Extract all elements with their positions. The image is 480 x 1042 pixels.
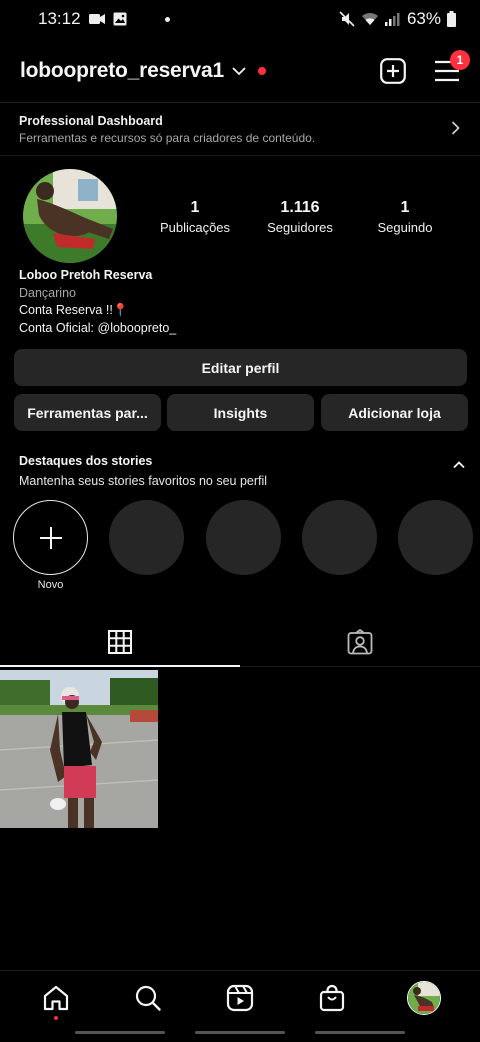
highlights-subtitle: Mantenha seus stories favoritos no seu p… — [19, 474, 268, 488]
signal-icon — [384, 12, 401, 26]
battery-icon — [447, 11, 456, 27]
stat-followers[interactable]: 1.116 Seguidores — [255, 199, 345, 235]
shopping-bag-icon — [318, 984, 346, 1012]
dashboard-title: Professional Dashboard — [19, 114, 163, 128]
status-bar: 13:12 63% — [0, 0, 480, 38]
mute-icon — [339, 11, 355, 27]
home-activity-dot — [54, 1015, 58, 1020]
profile-name: Loboo Pretoh Reserva — [19, 268, 153, 282]
nav-profile[interactable] — [394, 973, 454, 1023]
battery-percent: 63% — [406, 9, 441, 28]
tagged-person-icon — [347, 628, 373, 655]
nav-shop[interactable] — [302, 973, 362, 1023]
status-right: 63% — [339, 9, 456, 29]
profile-avatar[interactable] — [23, 169, 117, 263]
post-thumbnail[interactable] — [0, 670, 158, 828]
grid-icon — [108, 629, 132, 654]
notification-dot — [164, 16, 170, 22]
dashboard-subtitle: Ferramentas e recursos só para criadores… — [19, 131, 316, 145]
stat-posts-label: Publicações — [159, 220, 231, 235]
chevron-right-icon — [451, 121, 460, 140]
profile-avatar-small — [407, 980, 441, 1015]
gesture-handle — [75, 1031, 165, 1034]
tab-tagged[interactable] — [240, 617, 480, 666]
chevron-down-icon[interactable] — [232, 66, 246, 76]
professional-dashboard[interactable]: Professional Dashboard Ferramentas e rec… — [0, 102, 480, 156]
status-left: 13:12 — [38, 9, 170, 29]
gallery-icon — [113, 12, 127, 26]
status-time: 13:12 — [38, 9, 81, 28]
insights-button[interactable]: Insights — [167, 394, 314, 431]
highlight-placeholder — [302, 500, 377, 575]
nav-home[interactable] — [26, 973, 86, 1023]
new-highlight-button[interactable] — [13, 500, 88, 575]
nav-reels[interactable] — [210, 973, 270, 1023]
stat-following[interactable]: 1 Seguindo — [360, 199, 450, 235]
bio-line-2[interactable]: Conta Oficial: @loboopreto_ — [19, 320, 176, 338]
profile-tabs — [0, 617, 480, 667]
bio-line-1: Conta Reserva !!📍 — [19, 303, 129, 317]
highlight-placeholder — [109, 500, 184, 575]
stat-following-label: Seguindo — [377, 220, 433, 235]
professional-tools-button[interactable]: Ferramentas par... — [14, 394, 161, 431]
nav-search[interactable] — [118, 973, 178, 1023]
highlight-placeholder — [398, 500, 473, 575]
gesture-handle — [315, 1031, 405, 1034]
profile-bio: Loboo Pretoh Reserva Dançarino Conta Res… — [19, 267, 176, 337]
system-gesture-bar — [0, 1031, 480, 1037]
highlight-placeholder — [206, 500, 281, 575]
profile-stats: 1 Publicações 1.116 Seguidores 1 Seguind… — [150, 199, 450, 235]
wifi-icon — [361, 12, 379, 26]
header-actions: 1 — [380, 50, 470, 84]
account-switcher[interactable]: loboopreto_reserva1 — [20, 59, 266, 83]
stat-followers-value: 1.116 — [280, 199, 320, 216]
reels-icon — [226, 984, 254, 1012]
video-camera-icon — [88, 13, 105, 25]
menu-button[interactable]: 1 — [434, 50, 470, 82]
unread-indicator-dot — [257, 67, 266, 75]
new-highlight-label: Novo — [37, 579, 64, 591]
tab-posts-grid[interactable] — [0, 617, 240, 667]
bottom-navigation — [0, 970, 480, 1024]
profile-category: Dançarino — [19, 285, 76, 300]
add-shop-button[interactable]: Adicionar loja — [321, 394, 468, 431]
story-highlights-header: Destaques dos stories Mantenha seus stor… — [19, 454, 465, 488]
create-post-icon[interactable] — [380, 58, 406, 84]
notification-badge: 1 — [450, 50, 470, 70]
search-icon — [134, 984, 162, 1012]
chevron-up-icon[interactable] — [453, 456, 465, 474]
stat-posts-value: 1 — [190, 199, 200, 216]
username[interactable]: loboopreto_reserva1 — [20, 59, 224, 83]
gesture-handle — [195, 1031, 285, 1034]
plus-icon — [39, 526, 63, 550]
edit-profile-button[interactable]: Editar perfil — [14, 349, 467, 386]
stat-posts[interactable]: 1 Publicações — [150, 199, 240, 235]
profile-header: loboopreto_reserva1 1 — [0, 46, 480, 96]
stat-following-value: 1 — [400, 199, 410, 216]
home-icon — [42, 984, 70, 1012]
highlights-title: Destaques dos stories — [19, 454, 153, 468]
stat-followers-label: Seguidores — [267, 220, 333, 235]
